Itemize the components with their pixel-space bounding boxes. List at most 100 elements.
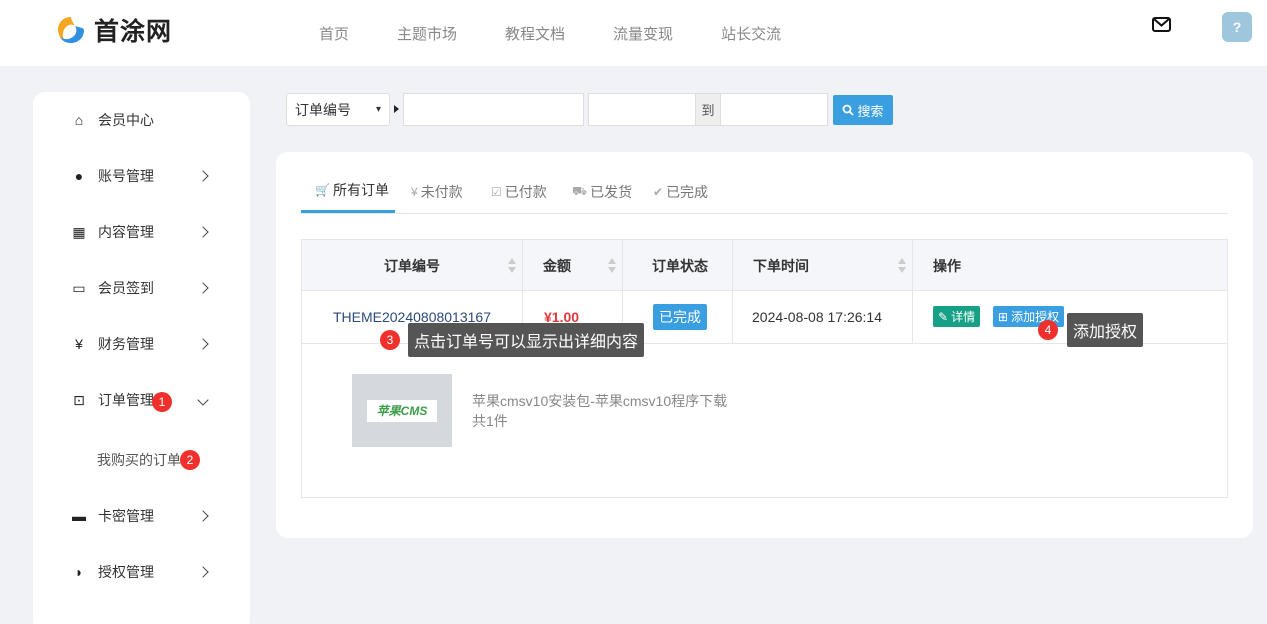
date-to-input[interactable] bbox=[720, 93, 828, 126]
column-header-label: 订单状态 bbox=[652, 257, 708, 274]
chevron-down-icon: ▾ bbox=[375, 104, 381, 115]
shield-icon: ◗ bbox=[74, 564, 84, 580]
sidebar-item-card-keys[interactable]: ▬ 卡密管理 bbox=[33, 488, 250, 544]
sidebar-item-finance[interactable]: ¥ 财务管理 bbox=[33, 316, 250, 372]
search-field-select[interactable]: 订单编号 ▾ bbox=[286, 93, 390, 126]
tab-label: 已付款 bbox=[504, 183, 547, 200]
sidebar-item-checkin[interactable]: ▭ 会员签到 bbox=[33, 260, 250, 316]
edit-icon: ✎ bbox=[938, 309, 949, 324]
tab-label: 已发货 bbox=[590, 183, 633, 200]
plus-square-icon: ⊞ bbox=[998, 309, 1009, 324]
sidebar-item-orders[interactable]: ⊡ 订单管理 bbox=[33, 372, 250, 428]
sidebar-item-label: 财务管理 bbox=[98, 336, 154, 352]
sort-icon[interactable] bbox=[508, 258, 516, 274]
top-header: 首涂网 首页 主题市场 教程文档 流量变现 站长交流 ? bbox=[0, 0, 1267, 66]
nav-home[interactable]: 首页 bbox=[319, 23, 349, 44]
search-icon bbox=[843, 104, 855, 116]
product-name[interactable]: 苹果cmsv10安装包-苹果cmsv10程序下载 bbox=[472, 391, 727, 411]
chevron-right-icon bbox=[197, 510, 209, 522]
nav-community[interactable]: 站长交流 bbox=[721, 23, 781, 44]
search-button-label: 搜索 bbox=[857, 103, 884, 119]
detail-button-label: 详情 bbox=[951, 310, 976, 324]
detail-button[interactable]: ✎ 详情 bbox=[933, 306, 981, 327]
sidebar-item-label: 账号管理 bbox=[98, 168, 154, 184]
search-keyword-input[interactable] bbox=[403, 93, 584, 126]
check-circle-icon: ✔ bbox=[653, 184, 664, 199]
sort-icon[interactable] bbox=[898, 258, 906, 274]
nav-theme-market[interactable]: 主题市场 bbox=[397, 23, 457, 44]
tab-paid[interactable]: ☑ 已付款 bbox=[491, 170, 547, 213]
status-badge: 已完成 bbox=[653, 304, 707, 330]
tab-all-orders[interactable]: 🛒 所有订单 bbox=[301, 170, 395, 213]
sidebar-item-label: 订单管理 bbox=[98, 392, 154, 408]
site-logo[interactable]: 首涂网 bbox=[54, 12, 172, 48]
product-quantity: 共1件 bbox=[472, 413, 508, 429]
nav-monetize[interactable]: 流量变现 bbox=[613, 23, 673, 44]
sidebar-item-label: 内容管理 bbox=[98, 224, 154, 240]
sidebar-item-label: 卡密管理 bbox=[98, 508, 154, 524]
logo-icon bbox=[54, 13, 88, 47]
sidebar-item-account[interactable]: ● 账号管理 bbox=[33, 148, 250, 204]
column-header-label: 下单时间 bbox=[753, 257, 809, 274]
product-thumbnail[interactable]: 苹果CMS bbox=[352, 374, 452, 447]
tab-unpaid[interactable]: ¥ 未付款 bbox=[411, 170, 463, 213]
grid-icon: ▦ bbox=[72, 223, 86, 240]
sidebar-item-label: 会员中心 bbox=[98, 112, 154, 128]
column-header-status: 订单状态 bbox=[623, 240, 733, 291]
checkbox-icon: ☑ bbox=[491, 184, 502, 199]
truck-icon: ⛟ bbox=[572, 183, 588, 198]
sidebar-subitem-my-orders[interactable]: 我购买的订单 bbox=[97, 450, 181, 470]
sidebar-item-label: 授权管理 bbox=[98, 564, 154, 580]
tab-label: 所有订单 bbox=[332, 182, 389, 198]
yen-icon: ¥ bbox=[75, 336, 83, 352]
sidebar: ⌂ 会员中心 ● 账号管理 ▦ 内容管理 ▭ 会员签到 ¥ 财务管理 ⊡ 订单管… bbox=[33, 92, 250, 624]
orders-table: 订单编号 金额 订单状态 下单时间 操作 THEME20240808013167 bbox=[301, 239, 1228, 498]
order-time: 2024-08-08 17:26:14 bbox=[752, 309, 882, 325]
column-header-label: 订单编号 bbox=[384, 257, 440, 274]
column-header-actions: 操作 bbox=[913, 240, 1227, 291]
annotation-badge-3: 3 bbox=[380, 330, 400, 350]
calendar-icon: ▭ bbox=[72, 279, 86, 296]
date-from-input[interactable] bbox=[588, 93, 696, 126]
annotation-badge-1: 1 bbox=[152, 392, 172, 412]
order-tabs: 🛒 所有订单 ¥ 未付款 ☑ 已付款 ⛟ 已发货 ✔ 已完成 bbox=[301, 170, 1228, 214]
sort-icon[interactable] bbox=[608, 258, 616, 274]
chevron-down-icon bbox=[197, 394, 209, 406]
annotation-badge-4: 4 bbox=[1038, 320, 1058, 340]
sidebar-item-license[interactable]: ◗ 授权管理 bbox=[33, 544, 250, 600]
sidebar-item-label: 会员签到 bbox=[98, 280, 154, 296]
tab-shipped[interactable]: ⛟ 已发货 bbox=[572, 170, 632, 213]
column-header-amount[interactable]: 金额 bbox=[523, 240, 623, 291]
card-icon: ▬ bbox=[72, 508, 86, 524]
nav-docs[interactable]: 教程文档 bbox=[505, 23, 565, 44]
date-range-separator: 到 bbox=[695, 93, 721, 126]
avatar[interactable]: ? bbox=[1222, 12, 1252, 42]
yen-icon: ¥ bbox=[411, 184, 418, 199]
avatar-placeholder-icon: ? bbox=[1232, 19, 1242, 35]
order-detail-area: 苹果CMS 苹果cmsv10安装包-苹果cmsv10程序下载 共1件 bbox=[302, 344, 1227, 497]
caret-right-icon bbox=[394, 105, 399, 113]
cart-icon: 🛒 bbox=[315, 183, 330, 197]
main-nav: 首页 主题市场 教程文档 流量变现 站长交流 bbox=[319, 0, 829, 66]
column-header-label: 金额 bbox=[543, 257, 571, 274]
tab-label: 已完成 bbox=[666, 183, 709, 200]
search-field-select-value: 订单编号 bbox=[295, 101, 351, 118]
sidebar-item-content[interactable]: ▦ 内容管理 bbox=[33, 204, 250, 260]
chevron-right-icon bbox=[197, 170, 209, 182]
logo-text: 首涂网 bbox=[94, 17, 173, 46]
sidebar-item-member-center[interactable]: ⌂ 会员中心 bbox=[33, 92, 250, 148]
column-header-time[interactable]: 下单时间 bbox=[733, 240, 913, 291]
annotation-tooltip-add-license: 添加授权 bbox=[1067, 313, 1144, 347]
annotation-tooltip-order-detail: 点击订单号可以显示出详细内容 bbox=[408, 323, 645, 357]
home-icon: ⌂ bbox=[74, 112, 84, 128]
tab-label: 未付款 bbox=[420, 183, 463, 200]
column-header-order-no[interactable]: 订单编号 bbox=[302, 240, 523, 291]
chevron-right-icon bbox=[197, 282, 209, 294]
tab-completed[interactable]: ✔ 已完成 bbox=[653, 170, 708, 213]
mail-icon[interactable] bbox=[1151, 16, 1173, 34]
search-button[interactable]: 搜索 bbox=[833, 95, 893, 125]
user-icon: ● bbox=[74, 168, 84, 184]
chevron-right-icon bbox=[197, 338, 209, 350]
cell-time: 2024-08-08 17:26:14 bbox=[733, 291, 913, 343]
chevron-right-icon bbox=[197, 566, 209, 578]
